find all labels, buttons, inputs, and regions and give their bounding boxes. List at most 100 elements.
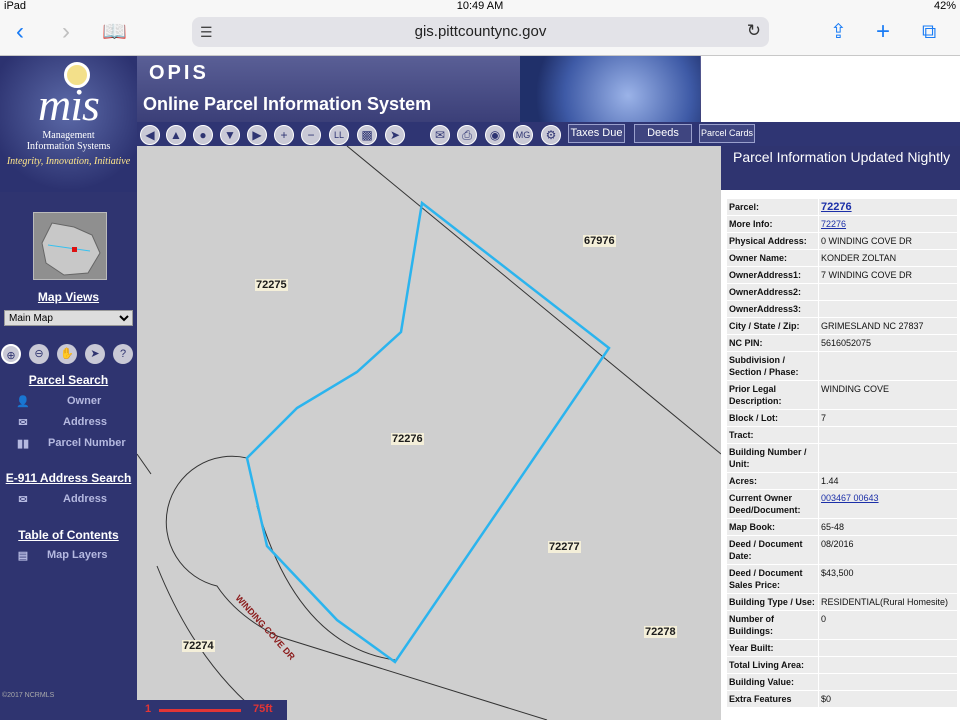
measure-icon[interactable]: ▩: [357, 125, 377, 145]
info-key: Year Built:: [727, 640, 818, 656]
parcel-info-table: Parcel: 72276 More Info: 72276 Physical Addr…: [726, 198, 958, 708]
map-views-select[interactable]: Main Map: [4, 310, 133, 326]
info-value: RESIDENTIAL(Rural Homesite): [819, 594, 957, 610]
info-value: WINDING COVE: [819, 381, 957, 409]
pan-left-icon[interactable]: ◀: [140, 125, 160, 145]
info-value: 0: [819, 611, 957, 639]
table-row: Total Living Area:: [727, 657, 957, 673]
info-link[interactable]: 72276: [821, 201, 852, 213]
table-row: Prior Legal Description: WINDING COVE: [727, 381, 957, 409]
map-toolbar: ◀ ▲ ● ▼ ▶ + − LL ▩ ➤ ✉ ⎙ ◉ MG ⚙ Taxes Du…: [137, 122, 960, 146]
barcode-icon: ▮▮: [16, 438, 30, 450]
zoom-out-icon[interactable]: −: [301, 125, 321, 145]
info-value: 7 WINDING COVE DR: [819, 267, 957, 283]
person-icon: 👤: [16, 396, 30, 408]
info-value: 72276: [819, 199, 957, 215]
mis-logo: mis Management Information Systems Integ…: [0, 56, 137, 192]
lat-long-button[interactable]: LL: [329, 125, 349, 145]
deeds-button[interactable]: Deeds: [634, 124, 692, 143]
zoom-in-icon[interactable]: +: [274, 125, 294, 145]
table-row: NC PIN: 5616052075: [727, 335, 957, 351]
tabs-icon[interactable]: ⧉: [922, 18, 936, 46]
parcel-label[interactable]: 72274: [182, 640, 215, 652]
info-key: OwnerAddress1:: [727, 267, 818, 283]
info-value: 1.44: [819, 473, 957, 489]
address-bar[interactable]: ☰ gis.pittcountync.gov ↻: [192, 17, 769, 47]
pan-right-icon[interactable]: ▶: [247, 125, 267, 145]
center-icon[interactable]: ●: [193, 125, 213, 145]
pan-up-icon[interactable]: ▲: [166, 125, 186, 145]
app-short-title: OPIS: [149, 62, 209, 84]
new-tab-icon[interactable]: +: [876, 18, 890, 46]
info-value: KONDER ZOLTAN: [819, 250, 957, 266]
map-views-link[interactable]: Map Views: [0, 290, 137, 304]
parcel-label[interactable]: 72278: [644, 626, 677, 638]
help-icon[interactable]: ?: [113, 344, 133, 364]
camera-icon[interactable]: ◉: [485, 125, 505, 145]
back-icon[interactable]: ‹: [16, 18, 24, 46]
parcel-cards-button[interactable]: Parcel Cards: [699, 124, 755, 143]
info-value: [819, 427, 957, 443]
parcel-label[interactable]: 72275: [255, 279, 288, 291]
table-row: Building Number / Unit:: [727, 444, 957, 472]
app-full-title: Online Parcel Information System: [143, 94, 432, 114]
tools-icon[interactable]: ⚙: [541, 125, 561, 145]
parcel-label[interactable]: 72277: [548, 541, 581, 553]
map-canvas[interactable]: 72275 67976 72276 72277 72278 72274 WIND…: [137, 146, 721, 720]
forward-icon[interactable]: ›: [62, 18, 70, 46]
battery-level: 42%: [933, 0, 956, 12]
pointer-icon[interactable]: ➤: [85, 344, 105, 364]
bookmarks-icon[interactable]: 📖: [102, 18, 127, 46]
info-link[interactable]: 72276: [821, 219, 846, 229]
pan-hand-icon[interactable]: ✋: [57, 344, 77, 364]
info-link[interactable]: 003467 00643: [821, 493, 879, 503]
parcel-label[interactable]: 67976: [583, 235, 616, 247]
overview-map[interactable]: [33, 212, 107, 280]
select-icon[interactable]: ➤: [385, 125, 405, 145]
table-row: Owner Name: KONDER ZOLTAN: [727, 250, 957, 266]
info-value: $0: [819, 691, 957, 707]
parcel-label[interactable]: 72276: [391, 433, 424, 445]
table-row: Number of Buildings: 0: [727, 611, 957, 639]
reload-icon[interactable]: ↻: [747, 21, 761, 41]
info-value: [819, 284, 957, 300]
info-value: [819, 352, 957, 380]
info-key: NC PIN:: [727, 335, 818, 351]
table-row: OwnerAddress1: 7 WINDING COVE DR: [727, 267, 957, 283]
share-icon[interactable]: ⇪: [830, 18, 847, 46]
table-row: Current Owner Deed/Document: 003467 00643: [727, 490, 957, 518]
info-key: OwnerAddress2:: [727, 284, 818, 300]
info-key: City / State / Zip:: [727, 318, 818, 334]
globe-image: [520, 56, 700, 122]
table-row: Extra Features $0: [727, 691, 957, 707]
zoom-out-tool-icon[interactable]: ⊖: [29, 344, 49, 364]
info-key: Building Value:: [727, 674, 818, 690]
info-value: $43,500: [819, 565, 957, 593]
info-value: 72276: [819, 216, 957, 232]
info-header: Parcel Information Updated Nightly: [721, 146, 960, 190]
parcel-search-title: Parcel Search: [28, 373, 109, 387]
taxes-due-button[interactable]: Taxes Due: [568, 124, 625, 143]
print-icon[interactable]: ⎙: [457, 125, 477, 145]
copyright: ©2017 NCRMLS: [2, 692, 55, 699]
url-text: gis.pittcountync.gov: [414, 23, 547, 40]
logo-tagline: Integrity, Innovation, Initiative: [6, 156, 131, 167]
browser-toolbar: ‹ › 📖 ☰ gis.pittcountync.gov ↻ ⇪ + ⧉: [0, 12, 960, 56]
info-key: Subdivision / Section / Phase:: [727, 352, 818, 380]
email-icon[interactable]: ✉: [430, 125, 450, 145]
table-row: OwnerAddress3:: [727, 301, 957, 317]
info-key: Block / Lot:: [727, 410, 818, 426]
info-key: Deed / Document Date:: [727, 536, 818, 564]
logo-text: mis: [38, 79, 100, 130]
envelope-icon: ✉: [18, 417, 28, 429]
info-value: [819, 674, 957, 690]
info-value: [819, 301, 957, 317]
clock: 10:49 AM: [456, 0, 504, 12]
mg-button[interactable]: MG: [513, 125, 533, 145]
table-row: Map Book: 65-48: [727, 519, 957, 535]
info-key: Building Number / Unit:: [727, 444, 818, 472]
info-value: [819, 444, 957, 472]
parcel-info-panel: Parcel Information Updated Nightly Parce…: [721, 146, 960, 720]
zoom-in-tool-icon[interactable]: ⊕: [1, 344, 21, 364]
pan-down-icon[interactable]: ▼: [220, 125, 240, 145]
